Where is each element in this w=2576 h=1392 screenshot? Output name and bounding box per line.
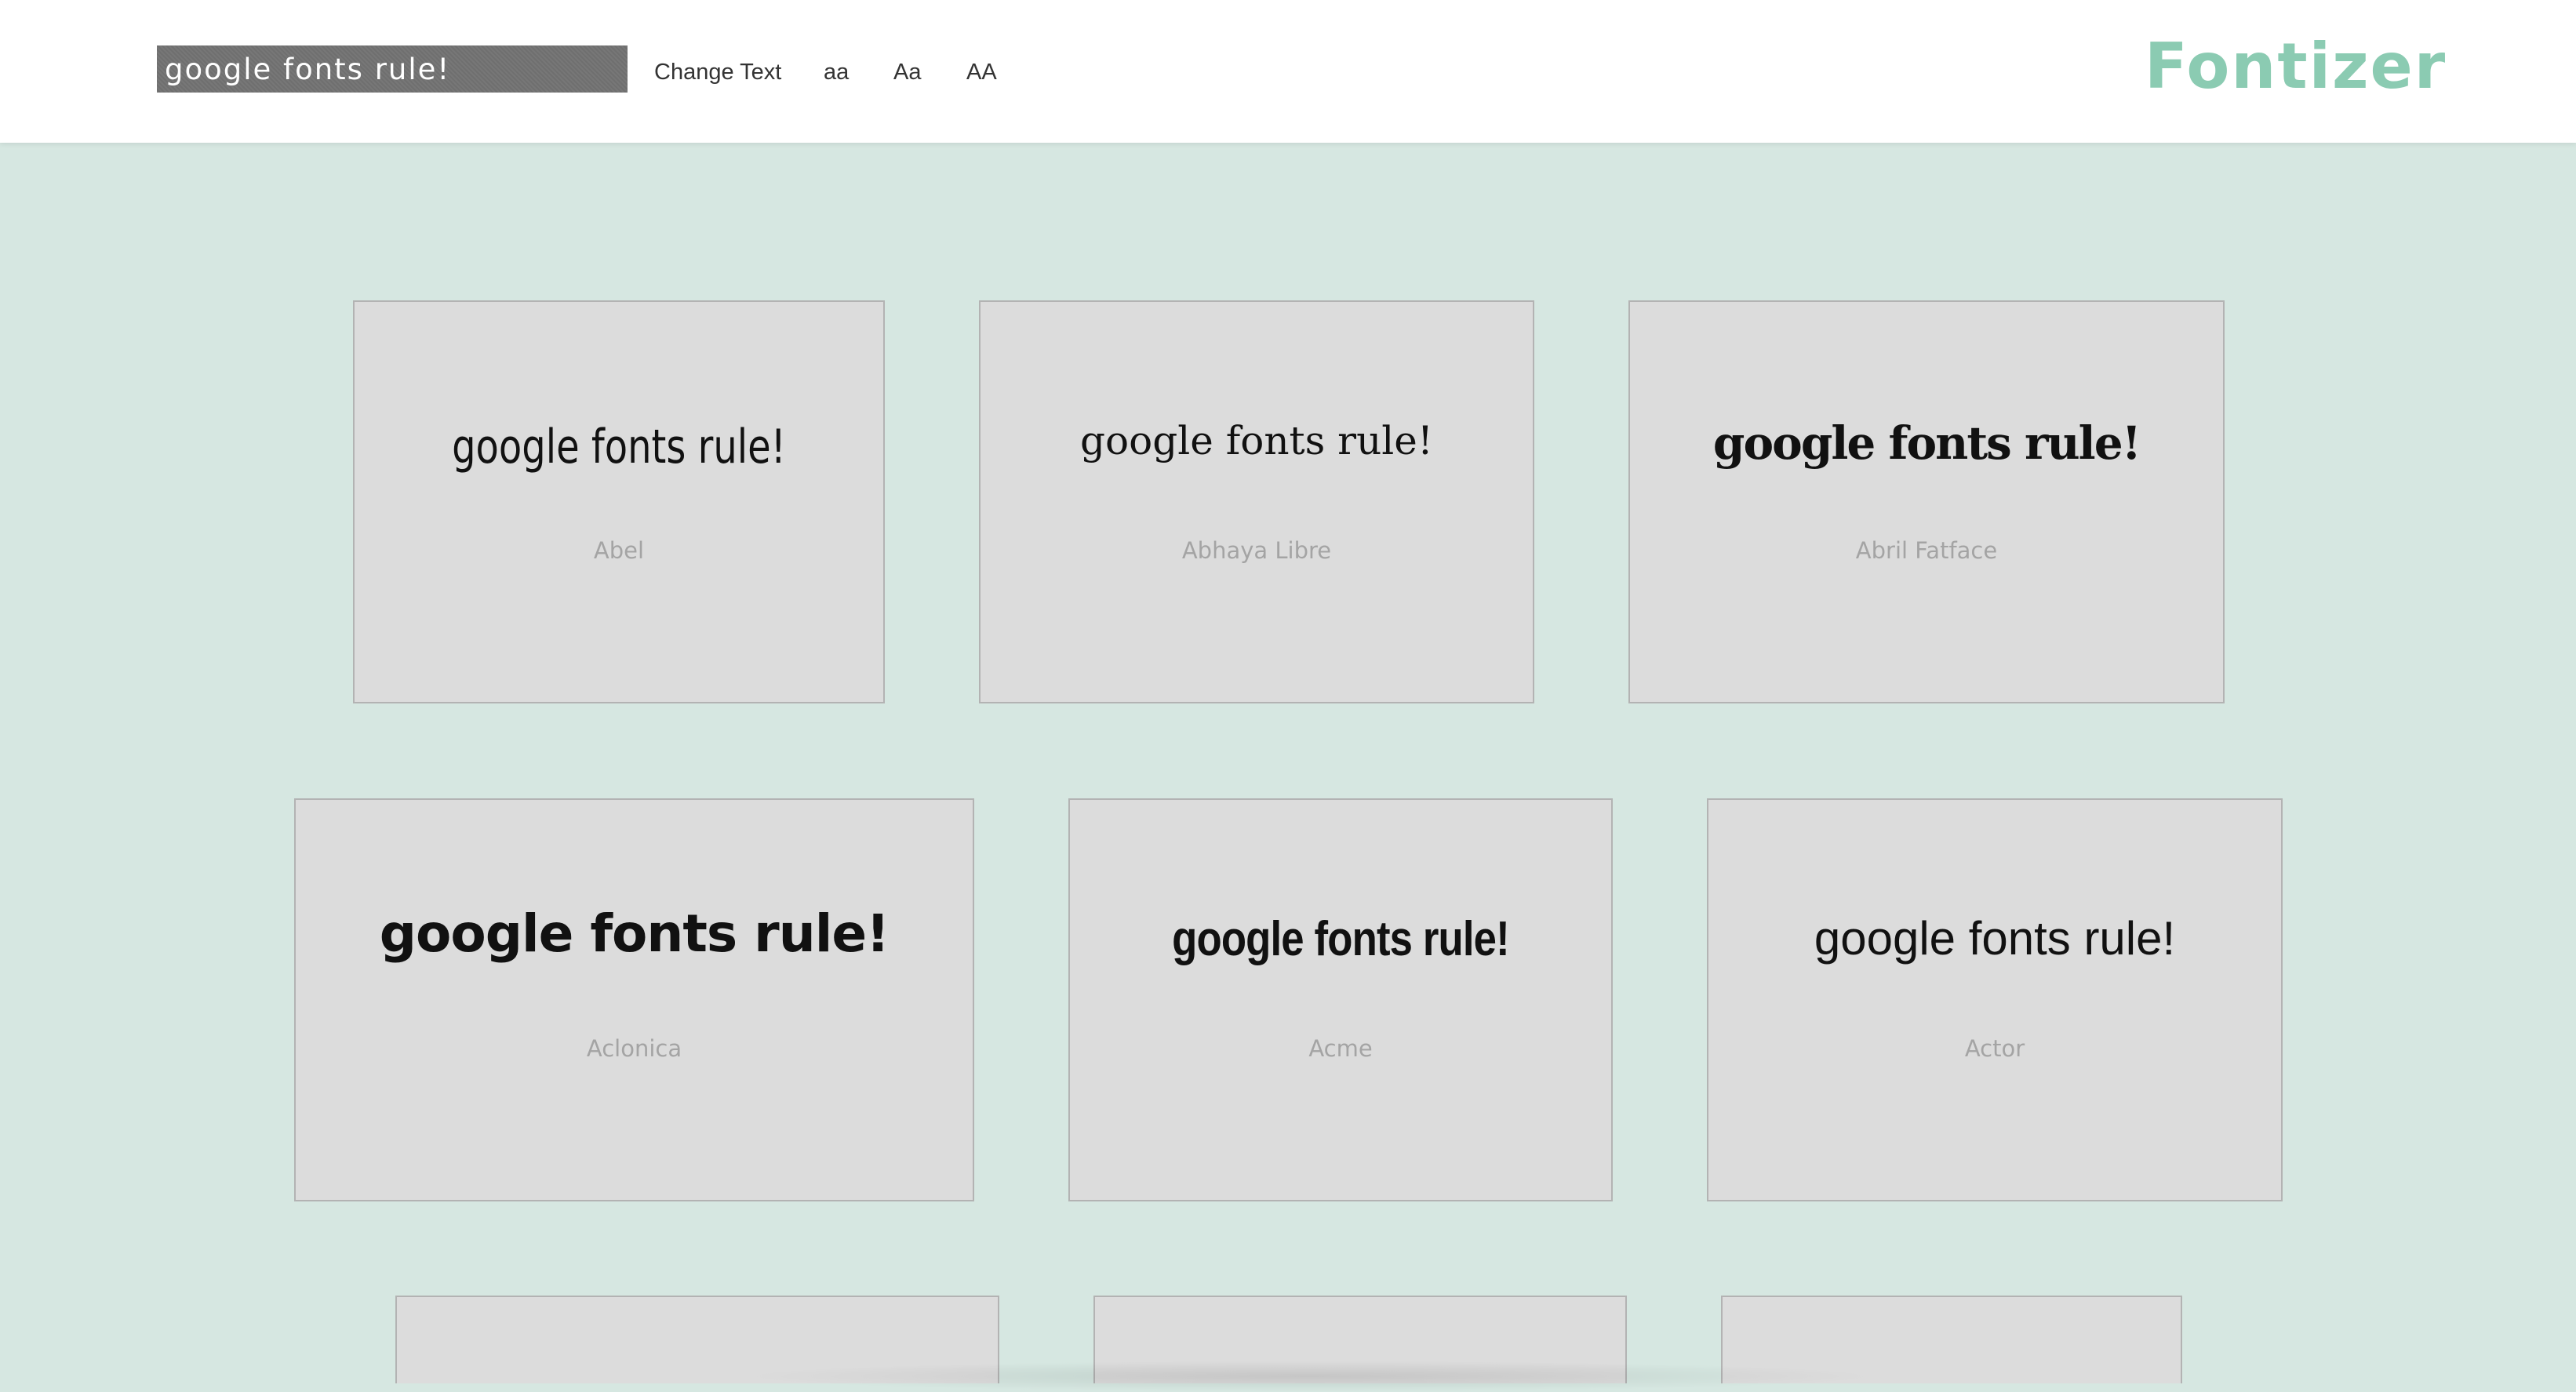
font-sample-text: google fonts rule! xyxy=(379,903,890,964)
font-card-partial[interactable] xyxy=(1093,1296,1627,1383)
font-sample-text: google fonts rule! xyxy=(1712,416,2141,470)
sample-text-input[interactable] xyxy=(157,45,628,93)
fontizer-logo[interactable]: Fontizer xyxy=(2145,24,2447,110)
font-card-aclonica[interactable]: google fonts rule! Aclonica xyxy=(294,798,974,1201)
titlecase-button[interactable]: Aa xyxy=(893,56,921,88)
font-sample-text: google fonts rule! xyxy=(1814,912,2176,965)
font-card-abel[interactable]: google fonts rule! Abel xyxy=(353,300,885,703)
font-card-partial[interactable] xyxy=(1721,1296,2182,1383)
font-card-partial[interactable] xyxy=(395,1296,999,1383)
uppercase-button[interactable]: AA xyxy=(966,56,997,88)
font-sample-text: google fonts rule! xyxy=(1080,418,1433,463)
font-sample-text: google fonts rule! xyxy=(1172,912,1510,966)
font-card-actor[interactable]: google fonts rule! Actor xyxy=(1707,798,2283,1201)
font-name-label: Actor xyxy=(1964,1035,2025,1062)
lowercase-button[interactable]: aa xyxy=(824,56,849,88)
font-card-abril-fatface[interactable]: google fonts rule! Abril Fatface xyxy=(1628,300,2225,703)
font-name-label: Aclonica xyxy=(586,1035,682,1062)
font-name-label: Abel xyxy=(593,537,645,564)
font-name-label: Abhaya Libre xyxy=(1181,537,1332,564)
change-text-button[interactable]: Change Text xyxy=(654,56,781,88)
font-card-acme[interactable]: google fonts rule! Acme xyxy=(1068,798,1613,1201)
font-card-abhaya-libre[interactable]: google fonts rule! Abhaya Libre xyxy=(979,300,1534,703)
top-bar: Change Text aa Aa AA Fontizer xyxy=(0,0,2576,143)
font-name-label: Abril Fatface xyxy=(1855,537,1998,564)
font-sample-text: google fonts rule! xyxy=(452,420,786,474)
font-name-label: Acme xyxy=(1308,1035,1373,1062)
